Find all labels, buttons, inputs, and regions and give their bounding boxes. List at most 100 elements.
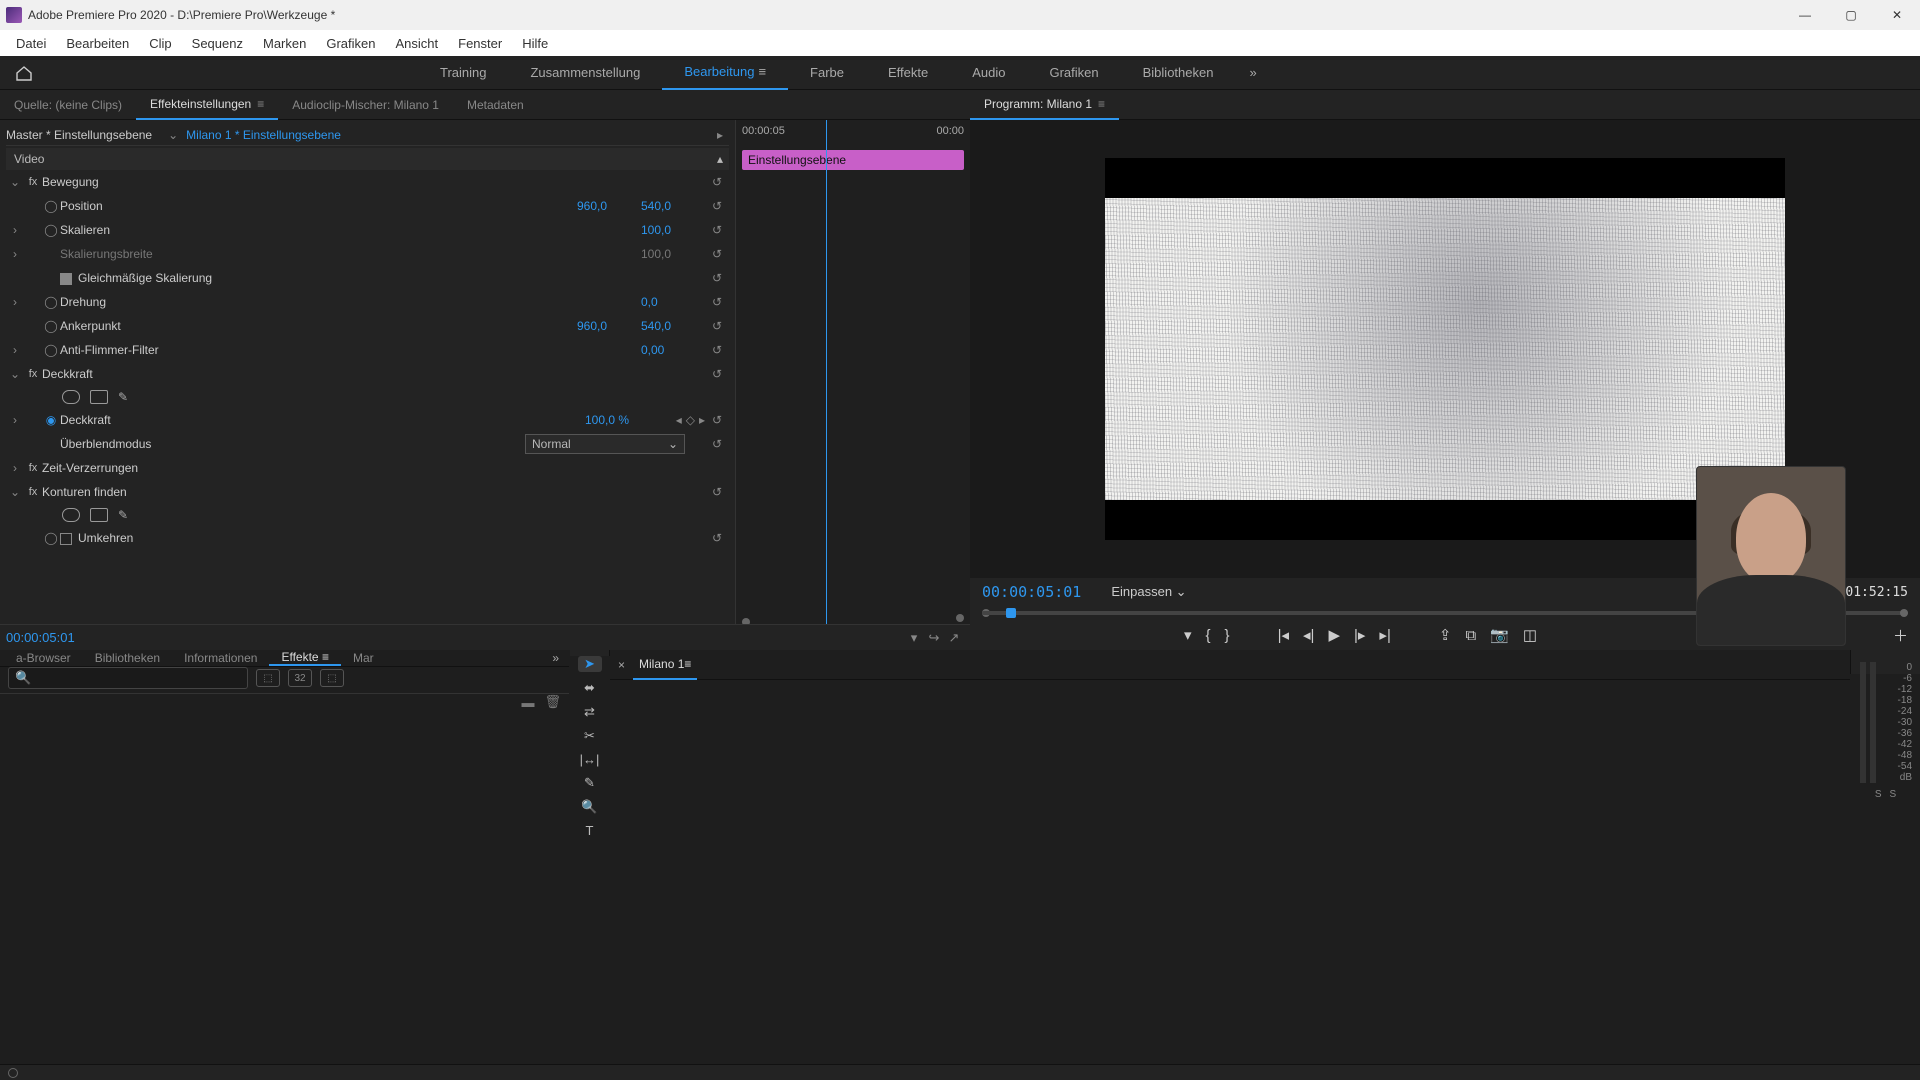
time-remap-label[interactable]: Zeit-Verzerrungen: [42, 461, 729, 475]
tab-audioclip-mischer[interactable]: Audioclip-Mischer: Milano 1: [278, 90, 453, 120]
reset-icon[interactable]: ↺: [705, 247, 729, 261]
stopwatch-icon[interactable]: ◯: [42, 223, 60, 237]
selection-tool[interactable]: ➤: [578, 656, 602, 672]
play-button[interactable]: ▶: [1328, 626, 1340, 644]
chevron-down-icon[interactable]: ⌄: [168, 128, 178, 142]
export-frame-button[interactable]: 📷: [1490, 626, 1509, 644]
filter-icon[interactable]: ▾: [904, 630, 924, 646]
stopwatch-icon[interactable]: ◯: [42, 319, 60, 333]
anchor-x[interactable]: 960,0: [577, 319, 641, 333]
eff-playhead[interactable]: [826, 120, 827, 624]
extract-button[interactable]: ⧉: [1465, 627, 1476, 644]
prev-keyframe-icon[interactable]: ◂: [676, 413, 682, 427]
comparison-view-button[interactable]: ◫: [1523, 626, 1537, 644]
add-keyframe-icon[interactable]: ◇: [686, 413, 695, 427]
twirl-icon[interactable]: ›: [6, 247, 24, 261]
twirl-icon[interactable]: ›: [6, 223, 24, 237]
invert-checkbox[interactable]: Umkehren: [60, 531, 705, 545]
tab-marken[interactable]: Mar: [341, 651, 386, 665]
scroll-handle-left[interactable]: [742, 618, 750, 624]
stopwatch-on-icon[interactable]: ◉: [42, 413, 60, 427]
program-timecode[interactable]: 00:00:05:01: [982, 583, 1081, 601]
workspace-bibliotheken[interactable]: Bibliotheken: [1121, 56, 1236, 90]
menu-clip[interactable]: Clip: [139, 32, 181, 55]
sequence-tab[interactable]: Milano 1 ≡: [633, 650, 697, 680]
maximize-button[interactable]: ▢: [1828, 1, 1874, 29]
flicker-value[interactable]: 0,00: [641, 343, 705, 357]
workspace-training[interactable]: Training: [418, 56, 508, 90]
tab-effekte[interactable]: Effekte ≡: [269, 650, 340, 666]
stopwatch-icon[interactable]: ◯: [42, 199, 60, 213]
fx-badge[interactable]: fx: [24, 462, 42, 474]
track-select-tool[interactable]: ⬌: [578, 680, 602, 696]
reset-icon[interactable]: ↺: [705, 223, 729, 237]
reset-icon[interactable]: ↺: [705, 319, 729, 333]
scroll-handle-right[interactable]: [956, 614, 964, 622]
reset-icon[interactable]: ↺: [705, 175, 729, 189]
opacity-value[interactable]: 100,0 %: [585, 413, 649, 427]
menu-ansicht[interactable]: Ansicht: [385, 32, 448, 55]
slip-tool[interactable]: |↔|: [578, 752, 602, 767]
workspace-menu-icon[interactable]: ≡: [758, 64, 766, 79]
go-to-in-button[interactable]: |◂: [1278, 626, 1289, 644]
menu-datei[interactable]: Datei: [6, 32, 56, 55]
fx-badge[interactable]: fx: [24, 368, 42, 380]
type-tool[interactable]: T: [578, 823, 602, 838]
fx-filter-yuv[interactable]: ⬚: [320, 669, 344, 687]
tab-informationen[interactable]: Informationen: [172, 651, 269, 665]
eff-timeline-clip[interactable]: Einstellungsebene: [742, 150, 964, 170]
new-bin-icon[interactable]: ▬: [521, 695, 534, 710]
menu-sequenz[interactable]: Sequenz: [182, 32, 253, 55]
close-button[interactable]: ✕: [1874, 1, 1920, 29]
home-button[interactable]: [10, 61, 38, 85]
reset-icon[interactable]: ↺: [705, 531, 729, 545]
twirl-icon[interactable]: ⌄: [6, 367, 24, 381]
toggle-icon[interactable]: ↪: [924, 630, 944, 646]
reset-icon[interactable]: ↺: [705, 485, 729, 499]
hand-tool[interactable]: 🔍: [578, 799, 602, 815]
ellipse-mask-icon[interactable]: [62, 390, 80, 404]
twirl-icon[interactable]: ›: [6, 413, 24, 427]
tab-menu-icon[interactable]: ≡: [1098, 97, 1105, 111]
reset-icon[interactable]: ↺: [705, 295, 729, 309]
effects-search-input[interactable]: 🔍: [8, 667, 248, 689]
reset-icon[interactable]: ↺: [705, 413, 729, 427]
tab-quelle[interactable]: Quelle: (keine Clips): [0, 90, 136, 120]
menu-fenster[interactable]: Fenster: [448, 32, 512, 55]
rect-mask-icon[interactable]: [90, 390, 108, 404]
reset-icon[interactable]: ↺: [705, 343, 729, 357]
solo-right-button[interactable]: S: [1890, 789, 1897, 800]
pen-mask-icon[interactable]: ✎: [118, 508, 128, 522]
toggle-icon[interactable]: ↗: [944, 630, 964, 646]
lift-button[interactable]: ⇪: [1439, 626, 1452, 644]
workspace-bearbeitung[interactable]: Bearbeitung ≡: [662, 56, 788, 90]
opacity-label[interactable]: Deckkraft: [42, 367, 705, 381]
twirl-icon[interactable]: ⌄: [6, 485, 24, 499]
stopwatch-icon[interactable]: ◯: [42, 343, 60, 357]
solo-left-button[interactable]: S: [1875, 789, 1882, 800]
mark-out-button[interactable]: }: [1225, 627, 1230, 644]
motion-label[interactable]: Bewegung: [42, 175, 705, 189]
button-editor[interactable]: ＋: [1893, 625, 1908, 646]
menu-marken[interactable]: Marken: [253, 32, 316, 55]
mark-in-button[interactable]: {: [1206, 627, 1211, 644]
tab-effekteinstellungen[interactable]: Effekteinstellungen ≡: [136, 90, 278, 120]
fx-filter-accelerated[interactable]: ⬚: [256, 669, 280, 687]
pen-mask-icon[interactable]: ✎: [118, 390, 128, 404]
menu-bearbeiten[interactable]: Bearbeiten: [56, 32, 139, 55]
razor-tool[interactable]: ✂: [578, 728, 602, 744]
menu-hilfe[interactable]: Hilfe: [512, 32, 558, 55]
step-back-button[interactable]: ◂|: [1303, 626, 1314, 644]
blend-mode-dropdown[interactable]: Normal⌄: [525, 434, 685, 454]
minimize-button[interactable]: —: [1782, 1, 1828, 29]
reset-icon[interactable]: ↺: [705, 437, 729, 451]
go-to-out-button[interactable]: ▸|: [1379, 626, 1390, 644]
target-clip-label[interactable]: Milano 1 * Einstellungsebene: [186, 128, 341, 142]
workspace-farbe[interactable]: Farbe: [788, 56, 866, 90]
step-forward-button[interactable]: |▸: [1354, 626, 1365, 644]
master-clip-label[interactable]: Master * Einstellungsebene: [6, 128, 152, 142]
fx-filter-32bit[interactable]: 32: [288, 669, 312, 687]
play-icon[interactable]: ▸: [717, 128, 729, 142]
workspace-overflow[interactable]: »: [1235, 56, 1270, 90]
scale-value[interactable]: 100,0: [641, 223, 705, 237]
